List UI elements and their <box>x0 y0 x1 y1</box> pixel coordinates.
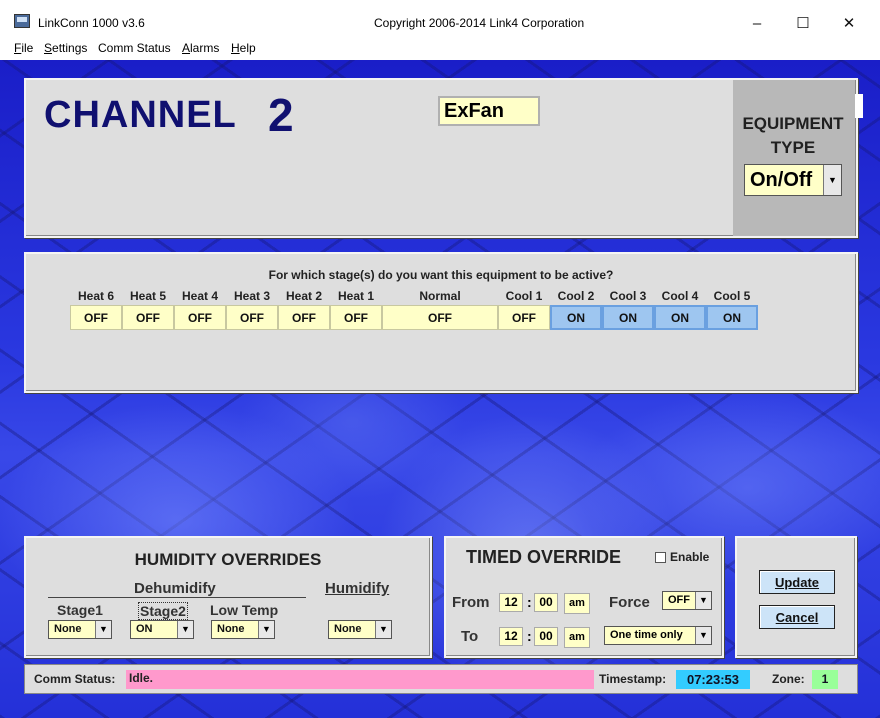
stage-label-heat6: Heat 6 <box>77 289 115 303</box>
enable-checkbox[interactable] <box>655 552 666 563</box>
stage-toggle-cool2[interactable]: ON <box>550 305 602 330</box>
panel-edge <box>855 94 863 118</box>
equipment-type-title: EQUIPMENT TYPE <box>742 114 844 157</box>
action-panel <box>735 536 857 658</box>
from-label: From <box>452 594 489 611</box>
humidify-value: None <box>334 623 362 635</box>
stage-toggle-heat4[interactable]: OFF <box>174 305 226 330</box>
maximize-button[interactable]: ☐ <box>780 8 826 38</box>
stage-toggle-cool1[interactable]: OFF <box>498 305 550 330</box>
low-temp-select[interactable]: None ▼ <box>211 620 275 639</box>
force-label: Force <box>609 594 650 611</box>
comm-status-value: Idle. <box>126 670 594 689</box>
to-hour-field[interactable]: 12 <box>499 627 523 646</box>
minimize-button[interactable]: – <box>734 8 780 38</box>
stage-toggle-heat6[interactable]: OFF <box>70 305 122 330</box>
stage-label-cool5: Cool 5 <box>713 289 751 303</box>
comm-status-label: Comm Status: <box>34 672 116 686</box>
stage-label-heat4: Heat 4 <box>181 289 219 303</box>
timestamp-value: 07:23:53 <box>676 670 750 689</box>
from-ampm-button[interactable]: am <box>564 593 590 614</box>
channel-label: CHANNEL <box>44 94 237 136</box>
stage-question: For which stage(s) do you want this equi… <box>268 268 614 282</box>
stage1-select[interactable]: None ▼ <box>48 620 112 639</box>
force-select[interactable]: OFF ▼ <box>662 591 712 610</box>
chevron-down-icon[interactable]: ▼ <box>375 621 391 638</box>
equipment-type-value: On/Off <box>750 169 813 191</box>
from-minute-field[interactable]: 00 <box>534 593 558 612</box>
menu-alarms[interactable]: Alarms <box>182 41 219 55</box>
enable-label: Enable <box>670 550 710 564</box>
stage-toggle-normal[interactable]: OFF <box>382 305 498 330</box>
dehumidify-divider <box>48 597 306 598</box>
stage-toggle-cool4[interactable]: ON <box>654 305 706 330</box>
override-mode-value: One time only <box>610 629 683 641</box>
stage-toggle-heat1[interactable]: OFF <box>330 305 382 330</box>
dehumidify-label: Dehumidify <box>134 580 216 597</box>
chevron-down-icon[interactable]: ▼ <box>258 621 274 638</box>
chevron-down-icon[interactable]: ▼ <box>695 627 711 644</box>
menu-file[interactable]: File <box>14 41 33 55</box>
copyright-text: Copyright 2006-2014 Link4 Corporation <box>374 16 585 30</box>
stage-label-cool1: Cool 1 <box>505 289 543 303</box>
menu-help[interactable]: Help <box>231 41 256 55</box>
stage-toggle-cool5[interactable]: ON <box>706 305 758 330</box>
stage-label-normal: Normal <box>419 289 461 303</box>
cancel-button[interactable]: Cancel <box>759 605 835 629</box>
humidify-select[interactable]: None ▼ <box>328 620 392 639</box>
humidify-label: Humidify <box>325 580 390 597</box>
stage-label-heat2: Heat 2 <box>285 289 323 303</box>
app-icon <box>14 14 30 28</box>
chevron-down-icon[interactable]: ▼ <box>177 621 193 638</box>
to-colon: : <box>527 628 532 644</box>
stage-toggle-heat3[interactable]: OFF <box>226 305 278 330</box>
channel-number: 2 <box>268 89 294 141</box>
low-temp-label: Low Temp <box>210 602 279 618</box>
stage-toggle-cool3[interactable]: ON <box>602 305 654 330</box>
update-button[interactable]: Update <box>759 570 835 594</box>
from-colon: : <box>527 594 532 610</box>
menu-bar: File Settings Comm Status Alarms Help <box>0 40 880 60</box>
stage-label-heat5: Heat 5 <box>129 289 167 303</box>
zone-label: Zone: <box>772 672 805 686</box>
menu-settings[interactable]: Settings <box>44 41 87 55</box>
zone-value: 1 <box>812 670 838 689</box>
window-title: LinkConn 1000 v3.6 <box>38 16 145 30</box>
stage2-label: Stage2 <box>138 602 188 620</box>
to-minute-field[interactable]: 00 <box>534 627 558 646</box>
stage-toggle-heat2[interactable]: OFF <box>278 305 330 330</box>
override-mode-select[interactable]: One time only ▼ <box>604 626 712 645</box>
channel-name-field[interactable]: ExFan <box>438 96 540 126</box>
stage-toggle-heat5[interactable]: OFF <box>122 305 174 330</box>
stage2-select[interactable]: ON ▼ <box>130 620 194 639</box>
stage-label-heat1: Heat 1 <box>337 289 375 303</box>
humidity-title: HUMIDITY OVERRIDES <box>134 550 322 569</box>
close-button[interactable]: ✕ <box>826 8 872 38</box>
chevron-down-icon[interactable]: ▼ <box>95 621 111 638</box>
stage-label-cool4: Cool 4 <box>661 289 699 303</box>
from-hour-field[interactable]: 12 <box>499 593 523 612</box>
low-temp-value: None <box>217 623 245 635</box>
chevron-down-icon[interactable]: ▼ <box>823 165 841 195</box>
stage2-value: ON <box>136 623 153 635</box>
menu-comm-status[interactable]: Comm Status <box>98 41 171 55</box>
stage1-value: None <box>54 623 82 635</box>
stage-label-cool3: Cool 3 <box>609 289 647 303</box>
stage-label-cool2: Cool 2 <box>557 289 595 303</box>
stage1-label: Stage1 <box>57 602 103 618</box>
force-value: OFF <box>668 594 690 606</box>
timed-override-title: TIMED OVERRIDE <box>466 547 622 567</box>
timestamp-label: Timestamp: <box>599 672 667 686</box>
stage-label-heat3: Heat 3 <box>233 289 271 303</box>
to-ampm-button[interactable]: am <box>564 627 590 648</box>
to-label: To <box>461 628 479 645</box>
chevron-down-icon[interactable]: ▼ <box>695 592 711 609</box>
